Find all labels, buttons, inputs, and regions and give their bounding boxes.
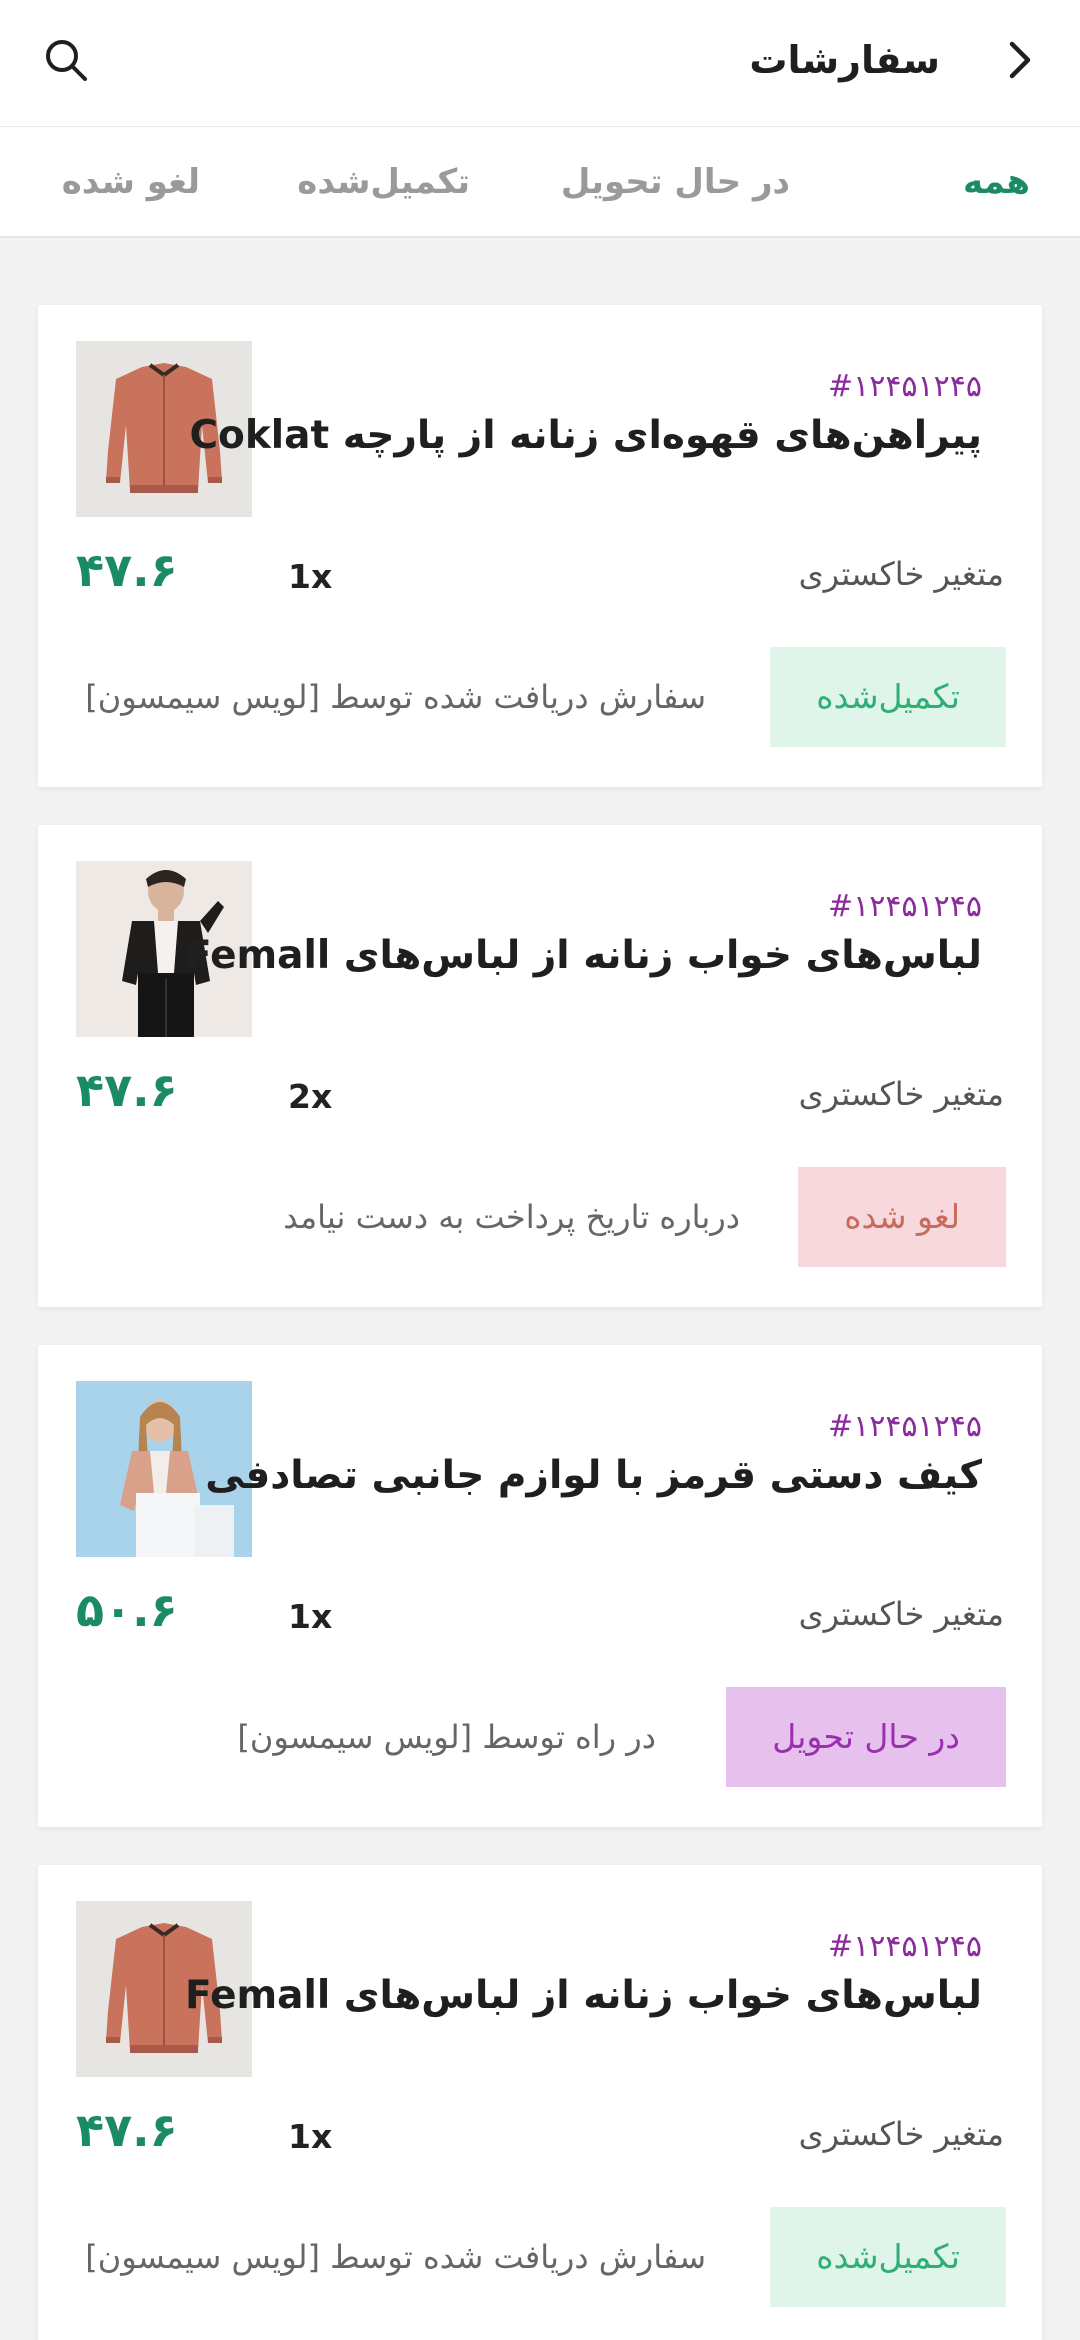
quantity: 1x — [288, 557, 333, 596]
product-variant: متغیر خاکستری — [798, 555, 1004, 593]
status-note: در راه توسط [لویس سیمسون] — [237, 1718, 656, 1756]
status-note: سفارش دریافت شده توسط [لویس سیمسون] — [85, 678, 706, 716]
price: ۵۰.۶ — [76, 1583, 178, 1637]
order-id: #۱۲۴۵۱۲۴۵ — [827, 369, 982, 404]
order-card[interactable]: #۱۲۴۵۱۲۴۵ لباس‌های خواب زنانه از لباس‌ها… — [38, 825, 1042, 1307]
tab-in-delivery[interactable]: در حال تحویل — [561, 127, 790, 237]
order-status-tabs: همه در حال تحویل تکمیل‌شده لغو شده — [0, 126, 1080, 238]
product-variant: متغیر خاکستری — [798, 1075, 1004, 1113]
status-note: سفارش دریافت شده توسط [لویس سیمسون] — [85, 2238, 706, 2276]
page-title: سفارشات — [749, 38, 940, 82]
chevron-right-icon — [1009, 41, 1031, 79]
back-button[interactable] — [990, 30, 1050, 90]
order-card[interactable]: #۱۲۴۵۱۲۴۵ کیف دستی قرمز با لوازم جانبی ت… — [38, 1345, 1042, 1827]
search-icon — [46, 40, 87, 81]
product-name: کیف دستی قرمز با لوازم جانبی تصادفی — [205, 1453, 982, 1498]
quantity: 2x — [288, 1077, 333, 1116]
tab-all[interactable]: همه — [963, 127, 1030, 237]
order-id: #۱۲۴۵۱۲۴۵ — [827, 1409, 982, 1444]
price: ۴۷.۶ — [76, 1063, 178, 1117]
quantity: 1x — [288, 1597, 333, 1636]
order-id: #۱۲۴۵۱۲۴۵ — [827, 1929, 982, 1964]
tab-completed[interactable]: تکمیل‌شده — [297, 127, 470, 237]
price: ۴۷.۶ — [76, 543, 178, 597]
orders-screen: سفارشات همه در حال تحویل تکمیل‌شده لغو ش… — [0, 0, 1080, 2340]
status-badge-in-delivery: در حال تحویل — [726, 1687, 1006, 1787]
status-badge-completed: تکمیل‌شده — [770, 647, 1006, 747]
product-name: پیراهن‌های قهوه‌ای زنانه از پارچه Coklat — [189, 413, 982, 458]
price: ۴۷.۶ — [76, 2103, 178, 2157]
status-badge-cancelled: لغو شده — [798, 1167, 1006, 1267]
status-badge-completed: تکمیل‌شده — [770, 2207, 1006, 2307]
product-name: لباس‌های خواب زنانه از لباس‌های Femall — [185, 933, 982, 978]
quantity: 1x — [288, 2117, 333, 2156]
product-variant: متغیر خاکستری — [798, 1595, 1004, 1633]
status-note: درباره تاریخ پرداخت به دست نیامد — [283, 1198, 740, 1236]
app-header: سفارشات — [0, 0, 1080, 126]
order-card[interactable]: #۱۲۴۵۱۲۴۵ لباس‌های خواب زنانه از لباس‌ها… — [38, 1865, 1042, 2340]
tab-cancelled[interactable]: لغو شده — [62, 127, 200, 237]
order-id: #۱۲۴۵۱۲۴۵ — [827, 889, 982, 924]
search-button[interactable] — [36, 30, 96, 90]
product-name: لباس‌های خواب زنانه از لباس‌های Femall — [185, 1973, 982, 2018]
order-card[interactable]: #۱۲۴۵۱۲۴۵ پیراهن‌های قهوه‌ای زنانه از پا… — [38, 305, 1042, 787]
product-variant: متغیر خاکستری — [798, 2115, 1004, 2153]
